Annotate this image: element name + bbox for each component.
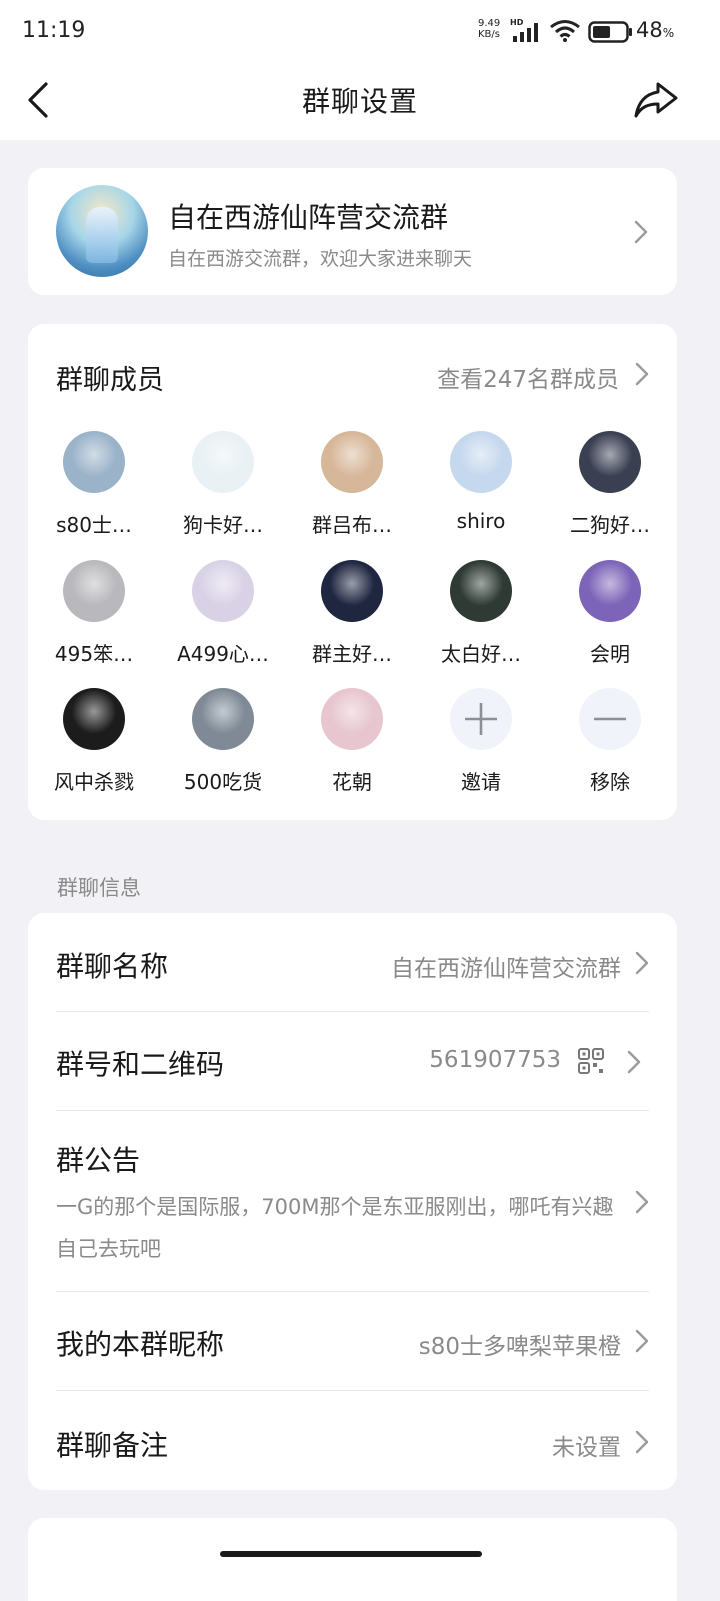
group-remark-value: 未设置 (552, 1435, 621, 1461)
page-title: 群聊设置 (301, 85, 418, 118)
member-avatar (450, 560, 512, 622)
member-item[interactable]: 花朝 (292, 688, 412, 795)
chevron-right-icon (635, 1190, 649, 1214)
member-name: 太白好… (441, 642, 521, 666)
member-avatar (450, 431, 512, 493)
member-avatar (192, 560, 254, 622)
member-name: 二狗好… (570, 513, 650, 537)
member-avatar (579, 431, 641, 493)
group-name-label: 群聊名称 (56, 950, 169, 983)
member-item[interactable]: 会明 (550, 560, 670, 667)
member-avatar (63, 431, 125, 493)
member-item[interactable]: 495笨… (34, 560, 154, 667)
battery-icon (588, 21, 632, 43)
member-name: s80士… (56, 513, 132, 537)
group-remark-label: 群聊备注 (56, 1429, 169, 1462)
member-name: A499心… (177, 642, 269, 666)
section-label-group-info: 群聊信息 (57, 876, 141, 900)
battery-percent: 48% (636, 18, 674, 42)
member-avatar (321, 431, 383, 493)
next-settings-card (28, 1518, 677, 1601)
member-name: 狗卡好… (183, 513, 263, 537)
group-notice-label: 群公告 (56, 1144, 141, 1177)
group-notice-row[interactable]: 群公告 一G的那个是国际服，700M那个是东亚服刚出，哪吒有兴趣自己去玩吧 (56, 1111, 649, 1291)
battery-percent-value: 48 (636, 18, 663, 42)
invite-member-button[interactable]: 邀请 (421, 688, 541, 795)
member-item[interactable]: 太白好… (421, 560, 541, 667)
group-name-row[interactable]: 群聊名称 自在西游仙阵营交流群 (56, 913, 649, 1011)
member-name: 群吕布… (312, 513, 392, 537)
member-avatar (579, 560, 641, 622)
my-nickname-row[interactable]: 我的本群昵称 s80士多啤梨苹果橙 (56, 1292, 649, 1390)
member-name: 495笨… (54, 642, 134, 666)
member-item[interactable]: 二狗好… (550, 431, 670, 538)
my-nickname-label: 我的本群昵称 (56, 1328, 225, 1361)
network-speed: 9.49 KB/s (478, 18, 500, 40)
group-name: 自在西游仙阵营交流群 (168, 201, 449, 234)
group-id-label: 群号和二维码 (56, 1048, 225, 1081)
group-notice-text: 一G的那个是国际服，700M那个是东亚服刚出，哪吒有兴趣自己去玩吧 (56, 1195, 614, 1261)
member-avatar (192, 431, 254, 493)
group-profile-card[interactable]: 自在西游仙阵营交流群 自在西游交流群，欢迎大家进来聊天 (28, 168, 677, 295)
member-avatar (192, 688, 254, 750)
member-name: 群主好… (312, 642, 392, 666)
group-description: 自在西游交流群，欢迎大家进来聊天 (168, 248, 473, 270)
home-indicator[interactable] (220, 1551, 482, 1557)
member-item[interactable]: s80士… (34, 431, 154, 538)
member-item[interactable]: shiro (421, 431, 541, 533)
invite-label: 邀请 (461, 770, 501, 794)
battery-percent-symbol: % (662, 26, 675, 40)
member-item[interactable]: 500吃货 (163, 688, 283, 795)
member-item[interactable]: 风中杀戮 (34, 688, 154, 795)
member-item[interactable]: 狗卡好… (163, 431, 283, 538)
view-all-members-link[interactable]: 查看247名群成员 (437, 360, 619, 394)
wifi-icon (550, 20, 580, 42)
group-id-value: 561907753 (429, 1047, 561, 1073)
network-speed-value: 9.49 (478, 18, 501, 29)
member-name: 风中杀戮 (54, 770, 134, 794)
nav-bar: 群聊设置 (0, 62, 720, 140)
member-avatar (321, 688, 383, 750)
member-avatar (321, 560, 383, 622)
member-name: 花朝 (332, 770, 372, 794)
member-avatar (63, 688, 125, 750)
group-avatar (56, 185, 148, 277)
group-info-card: 群聊名称 自在西游仙阵营交流群 群号和二维码 561907753 群公告 一G的… (28, 913, 677, 1490)
member-name: shiro (456, 509, 506, 533)
group-id-row[interactable]: 群号和二维码 561907753 (56, 1012, 649, 1110)
member-avatar (63, 560, 125, 622)
member-item[interactable]: A499心… (163, 560, 283, 667)
signal-icon (513, 23, 538, 42)
members-title: 群聊成员 (56, 365, 164, 396)
member-item[interactable]: 群主好… (292, 560, 412, 667)
minus-icon (579, 688, 641, 750)
remove-label: 移除 (590, 770, 630, 794)
member-name: 500吃货 (183, 770, 263, 794)
status-time: 11:19 (22, 18, 86, 43)
members-card: 群聊成员 查看247名群成员 s80士… 狗卡好… 群吕布… shiro 二狗好… (28, 324, 677, 820)
chevron-right-icon[interactable] (635, 362, 649, 386)
remove-member-button[interactable]: 移除 (550, 688, 670, 795)
network-speed-unit: KB/s (478, 29, 500, 40)
chevron-right-icon (635, 1329, 649, 1353)
status-bar: 11:19 9.49 KB/s HD 48% (0, 0, 720, 62)
member-item[interactable]: 群吕布… (292, 431, 412, 538)
chevron-right-icon (635, 1430, 649, 1454)
group-remark-row[interactable]: 群聊备注 未设置 (56, 1391, 649, 1490)
share-icon[interactable] (632, 76, 680, 124)
chevron-right-icon (627, 1050, 641, 1074)
chevron-right-icon (634, 220, 648, 244)
plus-icon (450, 688, 512, 750)
group-name-value: 自在西游仙阵营交流群 (391, 956, 621, 982)
qr-code-icon (578, 1048, 604, 1074)
member-name: 会明 (590, 642, 630, 666)
my-nickname-value: s80士多啤梨苹果橙 (418, 1334, 621, 1360)
chevron-right-icon (635, 951, 649, 975)
